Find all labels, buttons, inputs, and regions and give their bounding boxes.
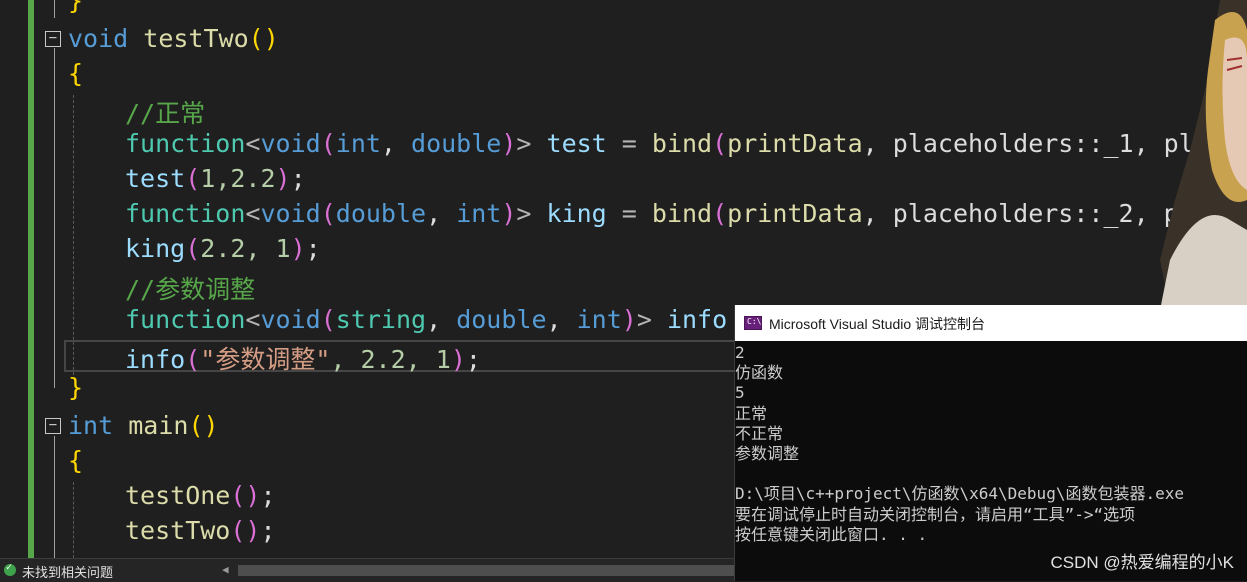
code-open-brace: { [68,59,84,88]
code-line-testTwo-call: testTwo(); [125,516,276,545]
console-app-icon: C:\ [744,316,762,330]
code-comment-normal: //正常 [125,99,206,128]
code-line-function-info: function<void(string, double, int)> info… [125,305,757,334]
console-titlebar[interactable]: C:\ Microsoft Visual Studio 调试控制台 [735,305,1247,341]
console-title: Microsoft Visual Studio 调试控制台 [769,316,986,332]
csdn-watermark: CSDN @热爱编程的小K [1050,553,1235,572]
scope-guide [54,48,55,388]
scope-guide [54,436,55,558]
collapse-toggle-testTwo[interactable]: − [45,31,61,47]
code-line-test-call: test(1,2.2); [125,164,306,193]
console-output: 2 仿函数 5 正常 不正常 参数调整 D:\项目\c++project\仿函数… [735,343,1184,544]
code-line-main-signature: int main() [68,411,219,440]
status-bar: 未找到相关问题 ◀ [0,558,734,582]
scroll-left-arrow-icon[interactable]: ◀ [222,563,229,576]
code-line-king-call: king(2.2, 1); [125,234,321,263]
scope-guide [54,0,55,18]
code-line-function-test: function<void(int, double)> test = bind(… [125,129,1247,158]
code-comment-param-adjust: //参数调整 [125,275,256,304]
background-character-image [1160,0,1247,310]
code-line-testOne-call: testOne(); [125,481,276,510]
code-line-info-call: info("参数调整", 2.2, 1); [125,345,481,374]
code-close-brace: } [68,373,84,402]
indent-guide [73,95,74,375]
code-brace: } [68,0,84,15]
collapse-toggle-main[interactable]: − [45,418,61,434]
code-line-function-king: function<void(double, int)> king = bind(… [125,199,1247,228]
change-margin-bar [28,0,34,558]
indent-guide [73,482,74,558]
debug-console-window[interactable]: C:\ Microsoft Visual Studio 调试控制台 2 仿函数 … [734,305,1247,581]
horizontal-scrollbar-thumb[interactable] [238,565,734,576]
issues-status[interactable]: 未找到相关问题 [22,562,113,581]
code-open-brace-main: { [68,446,84,475]
check-circle-icon [4,562,16,576]
code-line-testTwo-signature: void testTwo() [68,24,279,53]
